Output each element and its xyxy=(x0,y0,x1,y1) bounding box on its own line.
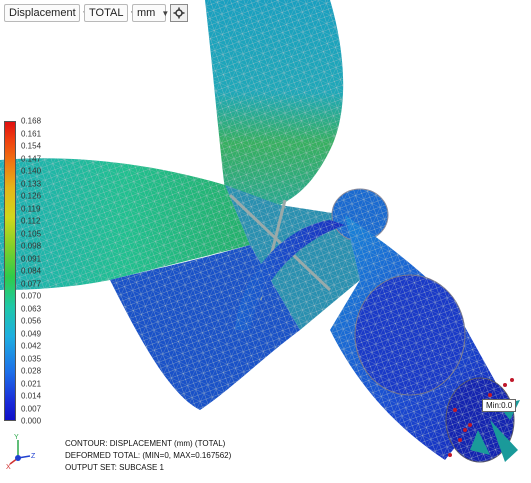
result-info: CONTOUR: DISPLACEMENT (mm) (TOTAL) DEFOR… xyxy=(65,438,231,474)
unit-dropdown[interactable]: mm ▼ xyxy=(132,4,170,22)
legend-tick-label: 0.021 xyxy=(21,379,42,388)
legend-tick-label: 0.161 xyxy=(21,129,42,138)
color-legend: 0.168 0.161 0.154 0.147 0.140 0.133 0.126 0.119… xyxy=(4,117,74,426)
legend-tick-label: 0.126 xyxy=(21,191,42,201)
legend-tick-label: 0.119 xyxy=(21,204,41,213)
chevron-down-icon: ▼ xyxy=(161,8,170,18)
legend-tick-label: 0.049 xyxy=(21,329,42,338)
legend-tick-label: 0.154 xyxy=(21,141,42,151)
legend-tick-label: 0.007 xyxy=(21,404,42,413)
legend-tick-label: 0.105 xyxy=(21,229,42,238)
legend-tick-label: 0.133 xyxy=(21,179,42,188)
legend-tick-label: 0.147 xyxy=(21,154,42,163)
legend-tick-label: 0.098 xyxy=(21,241,42,251)
legend-tick-label: 0.112 xyxy=(21,216,41,226)
settings-button[interactable] xyxy=(170,4,188,22)
output-set-text: OUTPUT SET: SUBCASE 1 xyxy=(65,463,164,472)
legend-tick-label: 0.084 xyxy=(21,266,42,276)
min-value-label: Min:0.0 xyxy=(482,399,517,412)
model-viewport[interactable] xyxy=(0,0,531,483)
legend-tick-label: 0.056 xyxy=(21,316,42,326)
component-dropdown[interactable]: TOTAL ▼ xyxy=(84,4,137,22)
legend-tick-label: 0.000 xyxy=(21,416,42,426)
legend-tick-label: 0.063 xyxy=(21,304,42,313)
gear-icon xyxy=(173,7,185,19)
legend-tick-label: 0.028 xyxy=(21,366,42,376)
legend-tick-label: 0.070 xyxy=(21,291,42,301)
axis-triad: Y X Z xyxy=(6,434,36,470)
legend-color-bar xyxy=(4,121,16,421)
unit-value: mm xyxy=(137,7,156,19)
result-type-dropdown[interactable]: Displacement ▼ xyxy=(4,4,90,22)
deformed-text: DEFORMED TOTAL: (MIN=0, MAX=0.167562) xyxy=(65,451,232,460)
legend-tick-label: 0.014 xyxy=(21,391,42,401)
legend-tick-label: 0.042 xyxy=(21,341,42,351)
legend-tick-label: 0.168 xyxy=(21,116,42,126)
component-value: TOTAL xyxy=(89,7,124,19)
legend-tick-label: 0.077 xyxy=(21,279,42,288)
result-toolbar: Displacement ▼ TOTAL ▼ mm ▼ xyxy=(4,4,188,22)
axis-z-label: Z xyxy=(31,453,36,460)
axis-x-label: X xyxy=(6,464,11,470)
legend-tick-label: 0.091 xyxy=(21,254,42,263)
contour-text: CONTOUR: DISPLACEMENT (mm) (TOTAL) xyxy=(65,439,226,448)
axis-y-label: Y xyxy=(14,434,19,441)
legend-tick-label: 0.035 xyxy=(21,354,42,363)
legend-tick-label: 0.140 xyxy=(21,166,42,176)
result-type-value: Displacement xyxy=(9,7,76,19)
